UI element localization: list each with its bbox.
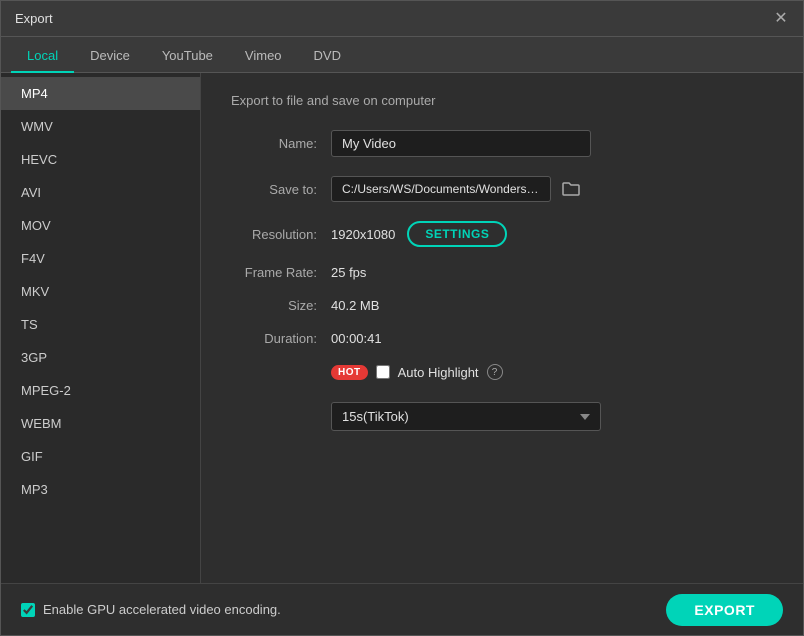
resolution-label: Resolution: xyxy=(231,227,331,242)
gpu-label: Enable GPU accelerated video encoding. xyxy=(43,602,281,617)
name-input[interactable] xyxy=(331,130,591,157)
frame-rate-row: Frame Rate: 25 fps xyxy=(231,265,773,280)
tab-local[interactable]: Local xyxy=(11,40,74,73)
main-content: MP4 WMV HEVC AVI MOV F4V MKV TS 3GP MPEG… xyxy=(1,73,803,583)
tab-dvd[interactable]: DVD xyxy=(298,40,357,73)
auto-highlight-checkbox[interactable] xyxy=(376,365,390,379)
panel-subtitle: Export to file and save on computer xyxy=(231,93,773,108)
sidebar-item-f4v[interactable]: F4V xyxy=(1,242,200,275)
settings-panel: Export to file and save on computer Name… xyxy=(201,73,803,583)
sidebar-item-mpeg2[interactable]: MPEG-2 xyxy=(1,374,200,407)
hot-badge: HOT xyxy=(331,365,368,380)
sidebar-item-mkv[interactable]: MKV xyxy=(1,275,200,308)
size-row: Size: 40.2 MB xyxy=(231,298,773,313)
duration-value: 00:00:41 xyxy=(331,331,773,346)
name-label: Name: xyxy=(231,136,331,151)
sidebar-item-webm[interactable]: WEBM xyxy=(1,407,200,440)
format-sidebar: MP4 WMV HEVC AVI MOV F4V MKV TS 3GP MPEG… xyxy=(1,73,201,583)
sidebar-item-gif[interactable]: GIF xyxy=(1,440,200,473)
size-label: Size: xyxy=(231,298,331,313)
tab-device[interactable]: Device xyxy=(74,40,146,73)
sidebar-item-mp4[interactable]: MP4 xyxy=(1,77,200,110)
sidebar-item-avi[interactable]: AVI xyxy=(1,176,200,209)
tab-vimeo[interactable]: Vimeo xyxy=(229,40,298,73)
gpu-option-row: Enable GPU accelerated video encoding. xyxy=(21,602,281,617)
save-to-input[interactable] xyxy=(331,176,551,202)
auto-highlight-row: HOT Auto Highlight ? xyxy=(231,364,773,380)
highlight-duration-select[interactable]: 15s(TikTok) 30s(Instagram) 60s(YouTube) … xyxy=(331,402,601,431)
bottom-bar: Enable GPU accelerated video encoding. E… xyxy=(1,583,803,635)
resolution-row: Resolution: 1920x1080 SETTINGS xyxy=(231,221,773,247)
auto-highlight-label: Auto Highlight xyxy=(398,365,479,380)
help-icon[interactable]: ? xyxy=(487,364,503,380)
resolution-value: 1920x1080 xyxy=(331,227,395,242)
dialog-title: Export xyxy=(15,11,53,26)
sidebar-item-ts[interactable]: TS xyxy=(1,308,200,341)
size-value: 40.2 MB xyxy=(331,298,773,313)
tab-youtube[interactable]: YouTube xyxy=(146,40,229,73)
resolution-controls: 1920x1080 SETTINGS xyxy=(331,221,507,247)
save-to-row: Save to: xyxy=(231,175,773,203)
gpu-checkbox[interactable] xyxy=(21,603,35,617)
title-bar: Export ✕ xyxy=(1,1,803,37)
export-dialog: Export ✕ Local Device YouTube Vimeo DVD … xyxy=(0,0,804,636)
tab-bar: Local Device YouTube Vimeo DVD xyxy=(1,37,803,73)
save-to-label: Save to: xyxy=(231,182,331,197)
name-row: Name: xyxy=(231,130,773,157)
sidebar-item-3gp[interactable]: 3GP xyxy=(1,341,200,374)
frame-rate-label: Frame Rate: xyxy=(231,265,331,280)
highlight-duration-row: 15s(TikTok) 30s(Instagram) 60s(YouTube) … xyxy=(231,402,773,431)
sidebar-item-wmv[interactable]: WMV xyxy=(1,110,200,143)
auto-highlight-controls: HOT Auto Highlight ? xyxy=(331,364,503,380)
sidebar-item-mov[interactable]: MOV xyxy=(1,209,200,242)
sidebar-item-hevc[interactable]: HEVC xyxy=(1,143,200,176)
close-button[interactable]: ✕ xyxy=(773,11,789,27)
duration-row: Duration: 00:00:41 xyxy=(231,331,773,346)
export-button[interactable]: EXPORT xyxy=(666,594,783,626)
settings-button[interactable]: SETTINGS xyxy=(407,221,507,247)
frame-rate-value: 25 fps xyxy=(331,265,773,280)
duration-label: Duration: xyxy=(231,331,331,346)
sidebar-item-mp3[interactable]: MP3 xyxy=(1,473,200,506)
browse-folder-button[interactable] xyxy=(557,175,585,203)
